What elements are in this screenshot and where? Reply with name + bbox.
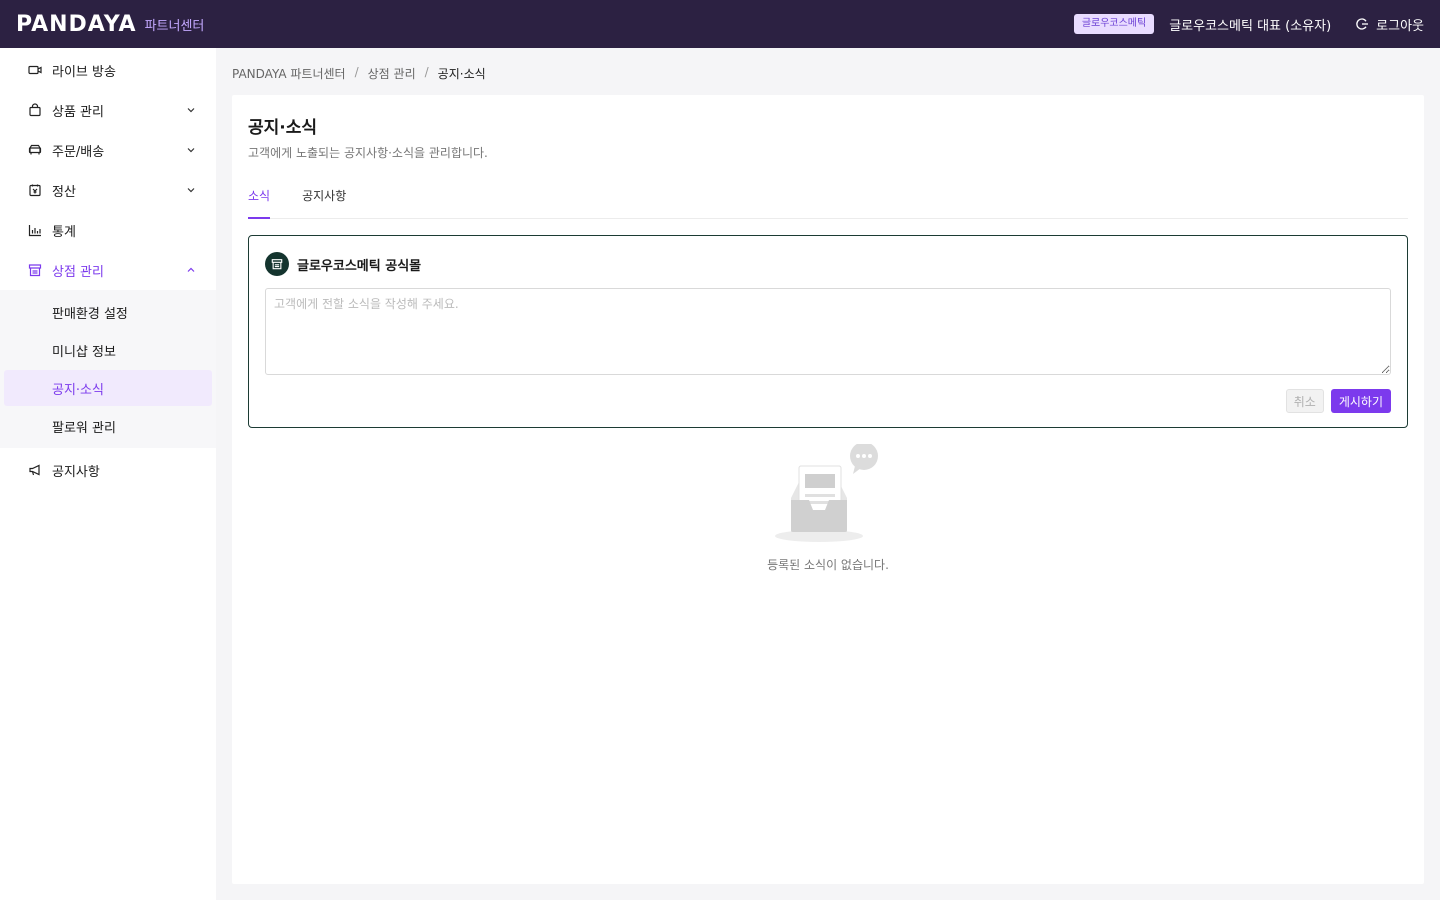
sidebar-item-label: 정산 [52,184,76,200]
store-name: 글로우코스메틱 공식몰 [297,258,422,274]
empty-state-message: 등록된 소식이 없습니다. [767,558,889,572]
sidebar-item-store[interactable]: 상점 관리 [0,250,216,290]
sidebar-item-orders[interactable]: 주문/배송 [0,130,216,170]
bar-chart-icon [28,223,42,237]
main-panel: 공지·소식 고객에게 노출되는 공지사항·소식을 관리합니다. 소식 공지사항 … [232,95,1424,884]
breadcrumb-item[interactable]: PANDAYA 파트너센터 [232,65,346,82]
chevron-down-icon [186,185,196,195]
top-bar: PANDAYA 파트너센터 글로우코스메틱 글로우코스메틱 대표 (소유자) 로… [0,0,1440,48]
sidebar-item-label: 주문/배송 [52,144,105,160]
empty-state: 등록된 소식이 없습니다. [248,444,1408,573]
sidebar-item-label: 통계 [52,224,76,240]
chevron-down-icon [186,145,196,155]
chevron-down-icon [186,105,196,115]
news-textarea[interactable] [265,288,1391,375]
cancel-button[interactable]: 취소 [1285,389,1324,413]
sidebar-subitem-notice-news[interactable]: 공지·소식 [4,370,212,406]
receipt-icon [28,183,42,197]
empty-inbox-illustration [775,444,878,542]
sidebar-item-stats[interactable]: 통계 [0,210,216,250]
sidebar-item-products[interactable]: 상품 관리 [0,90,216,130]
video-icon [28,63,42,77]
sidebar-item-announcements[interactable]: 공지사항 [0,450,216,490]
tab-bar: 소식 공지사항 [248,183,1408,219]
store-submenu: 판매환경 설정 미니샵 정보 공지·소식 팔로워 관리 [0,290,216,448]
storefront-icon [271,259,283,270]
sidebar-item-label: 상점 관리 [52,264,104,280]
logo[interactable]: PANDAYA 파트너센터 [16,12,204,37]
page-description: 고객에게 노출되는 공지사항·소식을 관리합니다. [248,146,488,160]
chevron-up-icon [186,265,196,275]
shop-badge: 글로우코스메틱 [1073,14,1155,34]
tab-notices[interactable]: 공지사항 [302,183,346,219]
logo-subtitle: 파트너센터 [144,18,205,34]
logout-label: 로그아웃 [1376,18,1424,34]
truck-icon [28,143,42,157]
sidebar-item-label: 공지사항 [52,464,100,480]
storefront-icon [28,263,42,277]
sidebar-item-label: 상품 관리 [52,104,104,120]
store-avatar [265,252,289,276]
page-title: 공지·소식 [248,118,318,138]
logo-wordmark: PANDAYA [16,11,137,37]
logout-icon [1356,18,1369,30]
megaphone-icon [28,463,42,477]
compose-card: 글로우코스메틱 공식몰 취소 게시하기 [248,235,1408,428]
sidebar-item-label: 라이브 방송 [52,64,116,80]
post-button[interactable]: 게시하기 [1330,389,1391,413]
shopping-bag-icon [28,103,42,117]
tab-news[interactable]: 소식 [248,183,271,219]
sidebar-subitem-minishop-info[interactable]: 미니샵 정보 [4,332,212,368]
sidebar-item-live[interactable]: 라이브 방송 [0,50,216,90]
breadcrumb: PANDAYA 파트너센터 / 상점 관리 / 공지·소식 [232,65,486,82]
sidebar-subitem-sales-settings[interactable]: 판매환경 설정 [4,294,212,330]
sidebar-item-settlement[interactable]: 정산 [0,170,216,210]
logout-button[interactable]: 로그아웃 [1355,15,1424,34]
user-name: 글로우코스메틱 대표 (소유자) [1169,18,1332,34]
sidebar-subitem-followers[interactable]: 팔로워 관리 [4,408,212,444]
breadcrumb-item[interactable]: 상점 관리 [368,65,416,82]
sidebar: 라이브 방송 상품 관리 주문/배송 정산 통계 상점 관리 판매환경 설정 미… [0,48,216,900]
breadcrumb-current: 공지·소식 [437,67,486,81]
